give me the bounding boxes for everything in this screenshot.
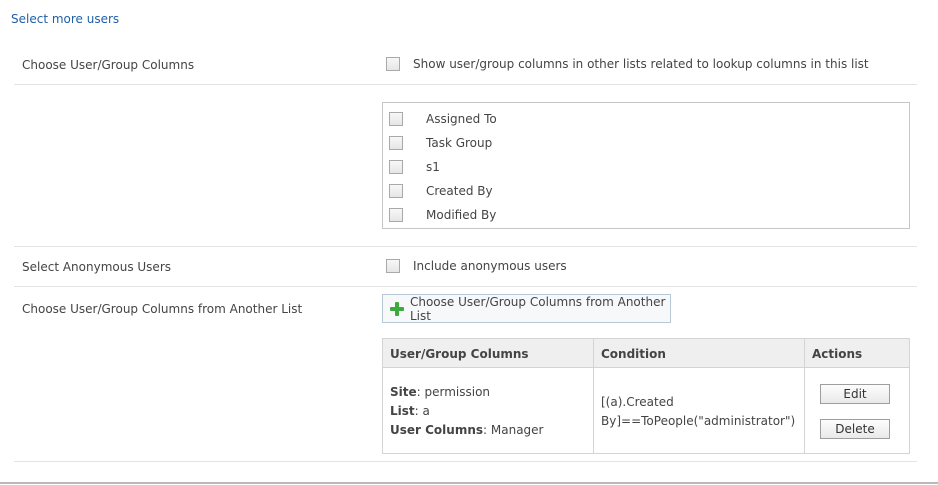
site-value: permission xyxy=(424,385,491,399)
user-columns-key: User Columns xyxy=(390,423,484,437)
header-actions: Actions xyxy=(812,347,863,361)
section-divider xyxy=(14,84,917,85)
site-line: Site: permission xyxy=(390,385,491,399)
another-list-label: Choose User/Group Columns from Another L… xyxy=(22,302,303,316)
table-header: User/Group Columns Condition Actions xyxy=(383,339,909,368)
column-item-assigned-to[interactable]: Assigned To xyxy=(389,112,497,126)
choose-columns-another-list-button[interactable]: Choose User/Group Columns from Another L… xyxy=(382,294,671,323)
include-anonymous-option[interactable]: Include anonymous users xyxy=(386,259,567,273)
column-checkbox[interactable] xyxy=(389,208,403,222)
choose-columns-button-label: Choose User/Group Columns from Another L… xyxy=(409,294,666,323)
column-item-label: Modified By xyxy=(426,208,497,222)
column-separator xyxy=(593,339,594,453)
column-item-created-by[interactable]: Created By xyxy=(389,184,493,198)
column-checkbox[interactable] xyxy=(389,112,403,126)
column-checkbox[interactable] xyxy=(389,160,403,174)
header-condition: Condition xyxy=(601,347,666,361)
related-columns-option-label: Show user/group columns in other lists r… xyxy=(413,57,869,71)
edit-button[interactable]: Edit xyxy=(820,384,890,404)
include-anonymous-checkbox[interactable] xyxy=(386,259,400,273)
column-item-label: Created By xyxy=(426,184,493,198)
section-divider xyxy=(14,246,917,247)
another-list-table: User/Group Columns Condition Actions Sit… xyxy=(382,338,910,454)
column-item-label: s1 xyxy=(426,160,440,174)
user-columns-value: Manager xyxy=(490,423,544,437)
site-key: Site xyxy=(390,385,417,399)
column-item-s1[interactable]: s1 xyxy=(389,160,440,174)
list-key: List xyxy=(390,404,415,418)
column-item-label: Assigned To xyxy=(426,112,497,126)
column-item-label: Task Group xyxy=(426,136,493,150)
user-group-columns-label: Choose User/Group Columns xyxy=(22,58,195,72)
header-user-group-columns: User/Group Columns xyxy=(390,347,529,361)
list-value: a xyxy=(422,404,430,418)
related-columns-checkbox[interactable] xyxy=(386,57,400,71)
anonymous-users-label: Select Anonymous Users xyxy=(22,260,172,274)
condition-line-2: By]==ToPeople("administrator") xyxy=(601,414,796,428)
related-columns-option[interactable]: Show user/group columns in other lists r… xyxy=(386,57,869,71)
section-divider xyxy=(14,461,917,462)
user-group-columns-list: Assigned To Task Group s1 Created By Mod… xyxy=(382,102,910,229)
delete-button[interactable]: Delete xyxy=(820,419,890,439)
column-separator xyxy=(804,339,805,453)
condition-line-1: [(a).Created xyxy=(601,395,674,409)
column-checkbox[interactable] xyxy=(389,136,403,150)
plus-icon xyxy=(390,301,404,316)
list-line: List: a xyxy=(390,404,430,418)
include-anonymous-label: Include anonymous users xyxy=(413,259,567,273)
user-columns-line: User Columns: Manager xyxy=(390,423,544,437)
page: Select more users Choose User/Group Colu… xyxy=(0,0,938,485)
bottom-rule xyxy=(0,482,938,484)
section-divider xyxy=(14,286,917,287)
column-item-modified-by[interactable]: Modified By xyxy=(389,208,496,222)
select-more-users-link[interactable]: Select more users xyxy=(11,12,119,26)
column-checkbox[interactable] xyxy=(389,184,403,198)
column-item-task-group[interactable]: Task Group xyxy=(389,136,492,150)
